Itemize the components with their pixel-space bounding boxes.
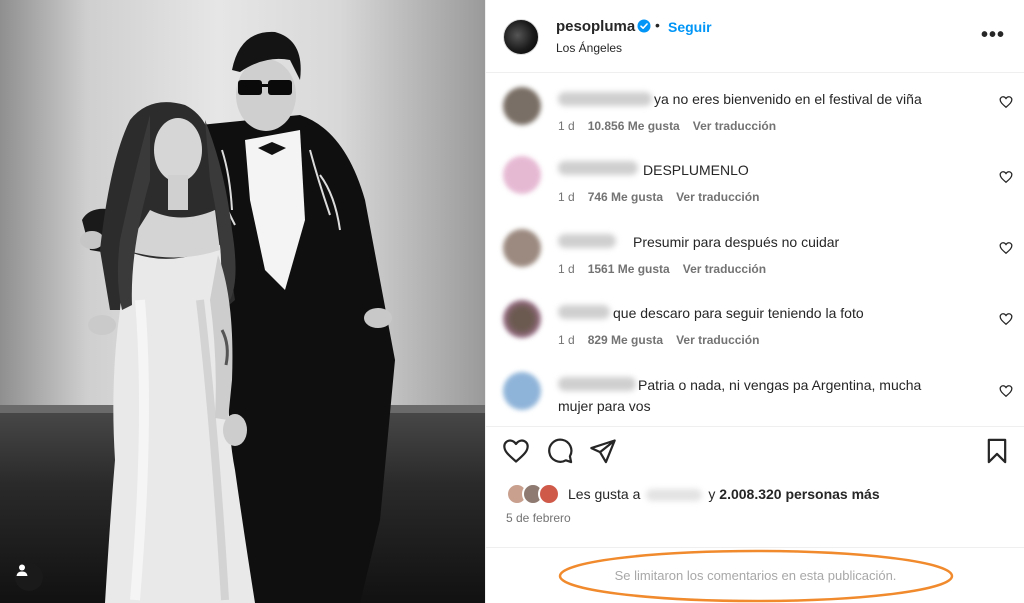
comment-text-line-1: Patria o nada, ni vengas pa Argentina, m… <box>638 377 922 393</box>
translate-link[interactable]: Ver traducción <box>683 262 766 276</box>
comment-item: Patria o nada, ni vengas pa Argentina, m… <box>486 372 1024 432</box>
comment-time[interactable]: 1 d <box>558 119 575 133</box>
liker-avatars <box>506 483 564 505</box>
likes-count[interactable]: 2.008.320 personas más <box>719 486 879 502</box>
comment-heart-icon[interactable] <box>999 384 1013 403</box>
comment-meta: 1 d 829 Me gusta Ver traducción <box>558 333 772 347</box>
comment-heart-icon[interactable] <box>999 170 1013 189</box>
comment-text: que descaro para seguir teniendo la foto <box>613 305 864 321</box>
comment-text: Presumir para después no cuidar <box>633 234 840 250</box>
comment-text-line-2: mujer para vos <box>558 398 651 414</box>
comment-item: DESPLUMENLO 1 d 746 Me gusta Ver traducció… <box>486 156 1024 216</box>
commenter-avatar[interactable] <box>503 156 541 194</box>
comment-heart-icon[interactable] <box>999 312 1013 331</box>
likes-text: Les gusta a y 2.008.320 personas más <box>568 486 880 502</box>
comment-item: Presumir para después no cuidar 1 d 1561 … <box>486 229 1024 289</box>
commenter-avatar[interactable] <box>503 87 541 125</box>
author-username[interactable]: pesopluma <box>556 18 635 35</box>
post-details-panel: pesopluma • Seguir Los Ángeles ••• ya no… <box>485 0 1024 603</box>
commenter-avatar[interactable] <box>503 300 541 338</box>
user-tag-icon[interactable] <box>15 563 43 591</box>
comment-text: ya no eres bienvenido en el festival de … <box>654 91 922 107</box>
liker-avatar <box>538 483 560 505</box>
comment-time[interactable]: 1 d <box>558 262 575 276</box>
commenter-avatar[interactable] <box>503 229 541 267</box>
post-location[interactable]: Los Ángeles <box>556 41 622 55</box>
post-header: pesopluma • Seguir Los Ángeles ••• <box>486 0 1024 73</box>
author-avatar[interactable] <box>503 19 539 55</box>
commenter-name-blurred[interactable] <box>558 234 616 248</box>
translate-link[interactable]: Ver traducción <box>676 333 759 347</box>
photo-figures <box>80 31 395 603</box>
comment-item: que descaro para seguir teniendo la foto… <box>486 300 1024 360</box>
highlight-ellipse <box>558 549 954 603</box>
comment-heart-icon[interactable] <box>999 95 1013 114</box>
comment-heart-icon[interactable] <box>999 241 1013 260</box>
comment-text: DESPLUMENLO <box>643 162 749 178</box>
more-options-icon[interactable]: ••• <box>981 24 1005 47</box>
comment-icon[interactable] <box>546 437 574 465</box>
comment-likes[interactable]: 829 Me gusta <box>588 333 663 347</box>
post-action-bar <box>486 426 1024 476</box>
separator-dot: • <box>655 17 660 33</box>
comment-meta: 1 d 746 Me gusta Ver traducción <box>558 190 772 204</box>
translate-link[interactable]: Ver traducción <box>676 190 759 204</box>
post-date[interactable]: 5 de febrero <box>506 511 571 525</box>
commenter-avatar[interactable] <box>503 372 541 410</box>
likes-prefix: Les gusta a <box>568 486 641 502</box>
comment-likes[interactable]: 1561 Me gusta <box>588 262 670 276</box>
likes-suffix: y <box>708 486 716 502</box>
follow-button[interactable]: Seguir <box>668 19 712 35</box>
bookmark-icon[interactable] <box>983 437 1011 465</box>
comment-likes[interactable]: 10.856 Me gusta <box>588 119 680 133</box>
comment-time[interactable]: 1 d <box>558 190 575 204</box>
commenter-name-blurred[interactable] <box>558 161 638 175</box>
post-photo[interactable] <box>0 0 485 603</box>
comment-time[interactable]: 1 d <box>558 333 575 347</box>
comment-item: ya no eres bienvenido en el festival de … <box>486 87 1024 147</box>
comment-meta: 1 d 1561 Me gusta Ver traducción <box>558 262 779 276</box>
comments-limited-footer: Se limitaron los comentarios en esta pub… <box>486 547 1024 603</box>
likes-summary[interactable]: Les gusta a y 2.008.320 personas más <box>506 482 880 506</box>
translate-link[interactable]: Ver traducción <box>693 119 776 133</box>
liker-name-blurred[interactable] <box>646 489 703 502</box>
commenter-name-blurred[interactable] <box>558 92 652 106</box>
share-icon[interactable] <box>589 437 617 465</box>
comment-likes[interactable]: 746 Me gusta <box>588 190 663 204</box>
comment-meta: 1 d 10.856 Me gusta Ver traducción <box>558 119 789 133</box>
commenter-name-blurred[interactable] <box>558 305 610 319</box>
commenter-name-blurred[interactable] <box>558 377 636 391</box>
like-heart-icon[interactable] <box>502 437 530 465</box>
verified-badge-icon <box>637 19 651 38</box>
